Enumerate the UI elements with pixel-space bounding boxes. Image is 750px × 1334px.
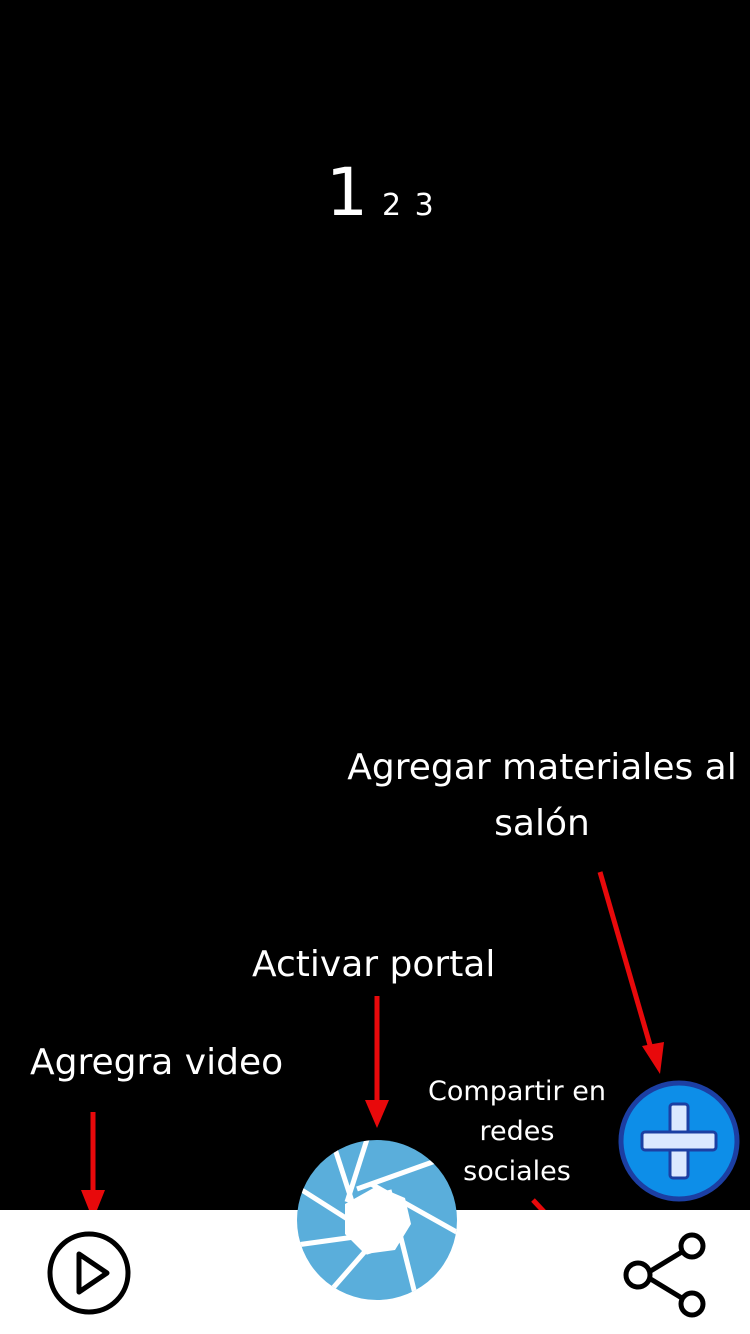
plus-icon <box>618 1080 740 1202</box>
home-screen: 1 2 3 Agregar materiales al salón Activa… <box>0 0 750 1334</box>
add-materials-button[interactable] <box>618 1080 740 1202</box>
add-video-button[interactable] <box>46 1230 132 1316</box>
add-materials-annotation: Agregar materiales al salón <box>347 747 737 844</box>
share-button[interactable] <box>620 1232 712 1318</box>
share-icon <box>623 1232 706 1318</box>
arrow-to-portal-button <box>365 996 389 1128</box>
page-other-numbers[interactable]: 2 3 <box>382 191 436 221</box>
add-video-annotation: Agregra video <box>30 1042 284 1083</box>
play-circle-icon <box>47 1231 131 1315</box>
arrow-to-add-button <box>597 871 664 1074</box>
activate-portal-annotation: Activar portal <box>252 944 496 985</box>
arrow-to-video-button <box>81 1112 105 1220</box>
page-current-number[interactable]: 1 <box>326 160 368 226</box>
activate-portal-button[interactable] <box>295 1138 459 1302</box>
camera-aperture-icon <box>297 1140 457 1300</box>
page-indicator: 1 2 3 <box>326 160 436 226</box>
